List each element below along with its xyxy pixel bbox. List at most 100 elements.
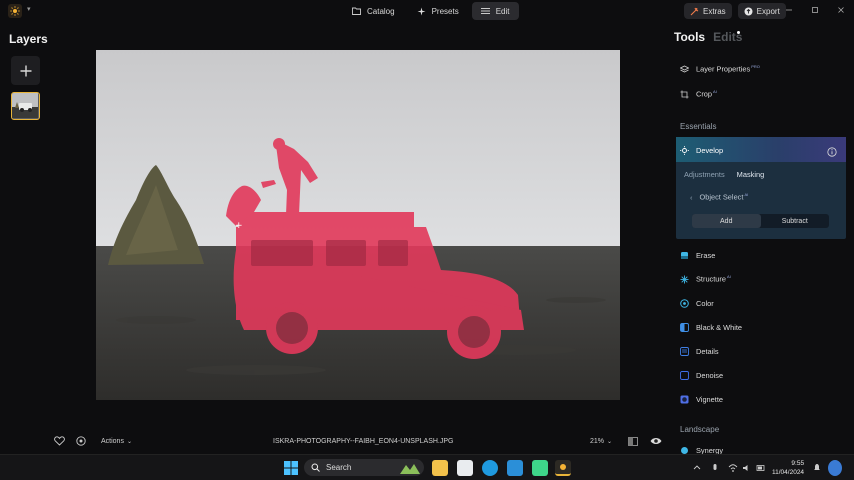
- subtab-adjustments[interactable]: Adjustments: [684, 170, 725, 179]
- export-label: Export: [756, 6, 780, 16]
- develop-subtabs: Adjustments Masking: [684, 167, 764, 181]
- volume-icon[interactable]: [742, 460, 752, 476]
- main-mode-tabs: Catalog Presets Edit: [343, 2, 519, 20]
- erase-icon: [680, 251, 689, 260]
- taskbar-search[interactable]: Search: [304, 459, 424, 476]
- section-essentials: Essentials: [680, 122, 717, 131]
- sun-icon: [680, 145, 689, 155]
- mask-mode-toggle: Add Subtract: [692, 214, 829, 228]
- minimize-icon[interactable]: [782, 4, 796, 16]
- tool-structure-label: Structure: [696, 274, 726, 284]
- edge-icon[interactable]: [482, 460, 498, 476]
- tab-tools[interactable]: Tools: [674, 30, 705, 44]
- eye-icon[interactable]: [650, 434, 662, 448]
- battery-icon[interactable]: [756, 460, 766, 476]
- microphone-icon[interactable]: [710, 460, 720, 476]
- mask-add-button[interactable]: Add: [692, 214, 761, 228]
- windows-start-icon[interactable]: [283, 460, 299, 476]
- maximize-icon[interactable]: [808, 4, 822, 16]
- ai-badge: AI: [713, 89, 717, 95]
- info-icon[interactable]: [827, 144, 837, 162]
- ai-badge: AI: [727, 274, 731, 280]
- title-bar: ▾ Catalog Presets Edit Extras Export: [0, 0, 854, 22]
- zoom-control[interactable]: 21% ⌄: [590, 434, 612, 448]
- photo-image: +: [96, 50, 620, 400]
- chevron-up-icon[interactable]: [692, 460, 702, 476]
- copilot-icon[interactable]: [828, 460, 842, 476]
- canvas-bottom-bar: Actions ⌄ ISKRA-PHOTOGRAPHY--FAIBH_EON4-…: [0, 430, 670, 452]
- object-select-label: Object Select: [699, 192, 744, 202]
- tool-vignette[interactable]: Vignette: [680, 392, 723, 406]
- extras-label: Extras: [703, 6, 726, 16]
- app-icon[interactable]: [532, 460, 548, 476]
- chevron-down-icon: ⌄: [607, 438, 613, 445]
- tab-catalog[interactable]: Catalog: [343, 2, 404, 20]
- wifi-icon[interactable]: [728, 460, 738, 476]
- extras-button[interactable]: Extras: [684, 3, 732, 19]
- windows-taskbar: Search 9:55 11/04/2024: [0, 454, 854, 480]
- tab-presets[interactable]: Presets: [408, 2, 468, 20]
- plus-icon: [20, 65, 31, 76]
- actions-menu[interactable]: Actions ⌄: [101, 434, 132, 448]
- file-explorer-icon[interactable]: [432, 460, 448, 476]
- chevron-left-icon: ‹: [690, 192, 693, 202]
- tool-black-white-label: Black & White: [696, 322, 743, 332]
- file-name: ISKRA-PHOTOGRAPHY--FAIBH_EON4-UNSPLASH.J…: [273, 437, 454, 445]
- object-select-back[interactable]: ‹ Object SelectAI: [690, 190, 748, 204]
- tool-erase[interactable]: Erase: [680, 248, 715, 262]
- edits-indicator-dot: [737, 31, 740, 34]
- bw-icon: [680, 322, 689, 332]
- pro-badge: PRO: [751, 64, 760, 70]
- tool-synergy[interactable]: Synergy: [680, 446, 723, 454]
- layers-title: Layers: [9, 32, 48, 46]
- layer-thumbnail[interactable]: [11, 92, 40, 120]
- tool-synergy-label: Synergy: [696, 446, 724, 454]
- tool-develop[interactable]: Develop: [680, 143, 723, 157]
- synergy-icon: [680, 446, 689, 454]
- tool-denoise[interactable]: Denoise: [680, 368, 723, 382]
- app-logo[interactable]: [8, 4, 22, 18]
- store-icon[interactable]: [457, 460, 473, 476]
- tool-color-label: Color: [696, 298, 714, 308]
- photo-canvas[interactable]: +: [96, 50, 620, 400]
- sun-icon: [10, 6, 20, 16]
- mask-subtract-button[interactable]: Subtract: [761, 214, 830, 228]
- layer-preview-image: [12, 93, 38, 118]
- ai-badge: AI: [744, 192, 749, 198]
- presets-icon: [417, 7, 426, 15]
- tool-crop[interactable]: CropAI: [680, 87, 717, 101]
- tool-details-label: Details: [696, 346, 719, 356]
- tool-details[interactable]: Details: [680, 344, 719, 358]
- folder-icon: [352, 7, 361, 15]
- luminar-taskbar-icon[interactable]: [555, 460, 571, 476]
- reject-icon[interactable]: [76, 434, 86, 448]
- clock-date: 11/04/2024: [772, 469, 805, 476]
- sliders-icon: [480, 8, 490, 14]
- tool-color[interactable]: Color: [680, 296, 714, 310]
- add-layer-button[interactable]: [11, 56, 40, 85]
- tool-black-white[interactable]: Black & White: [680, 320, 742, 334]
- tool-vignette-label: Vignette: [696, 394, 723, 404]
- tool-structure[interactable]: StructureAI: [680, 272, 731, 286]
- compare-icon[interactable]: [628, 434, 638, 448]
- export-button[interactable]: Export: [737, 3, 786, 19]
- tool-develop-label: Develop: [696, 145, 724, 155]
- close-icon[interactable]: [834, 4, 848, 16]
- tool-denoise-label: Denoise: [696, 370, 724, 380]
- system-clock[interactable]: 9:55 11/04/2024: [772, 459, 804, 477]
- actions-label: Actions: [101, 437, 124, 445]
- heart-icon[interactable]: [54, 434, 65, 448]
- color-icon: [680, 298, 689, 308]
- subtab-masking[interactable]: Masking: [737, 170, 765, 179]
- tool-erase-label: Erase: [696, 250, 716, 260]
- bell-icon[interactable]: [812, 460, 822, 476]
- chevron-down-icon[interactable]: ▾: [27, 5, 31, 13]
- mail-icon[interactable]: [507, 460, 523, 476]
- tab-presets-label: Presets: [431, 6, 459, 16]
- tab-edit[interactable]: Edit: [471, 2, 519, 20]
- tool-layer-properties[interactable]: Layer PropertiesPRO: [680, 62, 760, 76]
- tools-panel: Tools Edits Layer PropertiesPRO CropAI E…: [670, 22, 854, 454]
- zoom-level: 21%: [590, 437, 605, 445]
- extras-icon: [690, 7, 699, 15]
- vignette-icon: [680, 395, 689, 404]
